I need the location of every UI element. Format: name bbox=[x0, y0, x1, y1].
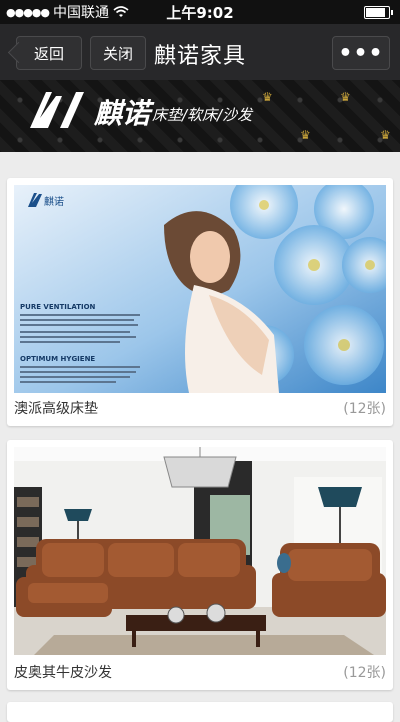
brand-banner: 麒诺 床垫/软床/沙发 ♛ ♛ ♛ ♛ bbox=[0, 80, 400, 152]
album-photo-mattress[interactable]: 麒诺 PURE VENTILATION OPTIMUM HYGIENE bbox=[14, 185, 386, 393]
album-caption: 澳派高级床垫 (12张) bbox=[14, 398, 386, 418]
crown-ornament-icon: ♛ bbox=[262, 90, 273, 104]
crown-ornament-icon: ♛ bbox=[300, 128, 311, 142]
album-photo-count: (12张) bbox=[343, 665, 386, 681]
album-title: 澳派高级床垫 bbox=[14, 401, 98, 417]
album-card[interactable]: 皮奥其牛皮沙发 (12张) bbox=[7, 440, 393, 690]
brand-name: 麒诺 bbox=[94, 97, 151, 130]
nav-bar: 返回 关闭 麒诺家具 ••• bbox=[0, 24, 400, 80]
svg-text:麒诺: 麒诺 bbox=[44, 195, 64, 208]
photo-heading-ventilation: PURE VENTILATION bbox=[20, 303, 96, 311]
album-card[interactable]: 麒诺 PURE VENTILATION OPTIMUM HYGIENE 澳派高级… bbox=[7, 178, 393, 426]
album-title: 皮奥其牛皮沙发 bbox=[14, 665, 112, 681]
brand-logo-icon bbox=[30, 92, 84, 128]
album-card[interactable] bbox=[7, 702, 393, 722]
album-photo-sofa[interactable] bbox=[14, 447, 386, 655]
battery-icon bbox=[364, 6, 393, 19]
back-button-label: 返回 bbox=[33, 44, 64, 63]
status-bar: ●●●●● 中国联通 上午9:02 bbox=[0, 0, 400, 24]
album-caption: 皮奥其牛皮沙发 (12张) bbox=[14, 662, 386, 682]
more-options-button[interactable]: ••• bbox=[332, 36, 390, 70]
back-button[interactable]: 返回 bbox=[16, 36, 82, 70]
photo-heading-hygiene: OPTIMUM HYGIENE bbox=[20, 355, 95, 363]
crown-ornament-icon: ♛ bbox=[340, 90, 351, 104]
crown-ornament-icon: ♛ bbox=[380, 128, 391, 142]
close-button-label: 关闭 bbox=[102, 44, 133, 63]
close-button[interactable]: 关闭 bbox=[90, 36, 146, 70]
status-time: 上午9:02 bbox=[166, 3, 234, 22]
brand-tagline: 床垫/软床/沙发 bbox=[152, 106, 253, 124]
album-photo-count: (12张) bbox=[343, 401, 386, 417]
more-icon: ••• bbox=[338, 40, 384, 66]
